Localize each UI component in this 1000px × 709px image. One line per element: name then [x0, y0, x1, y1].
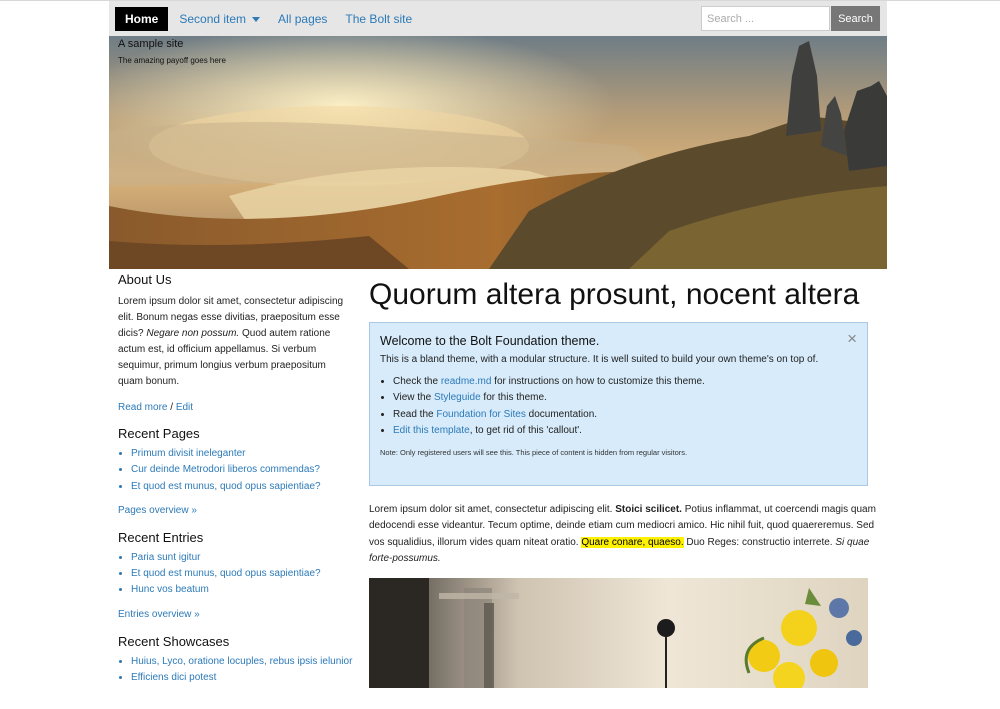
hero-banner: A sample site The amazing payoff goes he… — [109, 36, 887, 269]
recent-entry-item[interactable]: Et quod est munus, quod opus sapientiae? — [131, 566, 353, 582]
close-icon[interactable]: × — [847, 330, 857, 347]
entries-overview-link[interactable]: Entries overview » — [118, 609, 353, 620]
recent-showcase-item[interactable]: Efficiens dici potest — [131, 670, 353, 686]
site-payoff: The amazing payoff goes here — [118, 56, 226, 65]
edit-template-link[interactable]: Edit this template — [393, 425, 470, 436]
body-text-1: Lorem ipsum dolor sit amet, consectetur … — [369, 504, 616, 515]
main-content: Quorum altera prosunt, nocent altera × W… — [359, 269, 887, 689]
callout-item-text: for this theme. — [480, 392, 547, 404]
callout-list-item: Check the readme.md for instructions on … — [393, 374, 857, 390]
page-title: Quorum altera prosunt, nocent altera — [369, 278, 860, 311]
callout-text: This is a bland theme, with a modular st… — [380, 354, 819, 365]
recent-page-item[interactable]: Et quod est munus, quod opus sapientiae? — [131, 479, 353, 495]
callout-item-text: documentation. — [525, 408, 598, 420]
dropdown-caret-icon[interactable] — [252, 16, 261, 22]
callout-list-item: Edit this template, to get rid of this '… — [393, 423, 857, 439]
callout-item-text: for instructions on how to customize thi… — [491, 376, 705, 387]
recent-entries-list: Paria sunt igitur Et quod est munus, quo… — [118, 550, 353, 599]
nav-second-item[interactable]: Second item — [179, 12, 261, 26]
sidebar: About Us Lorem ipsum dolor sit amet, con… — [109, 269, 359, 688]
recent-showcases-list: Huius, Lyco, oratione locuples, rebus ip… — [118, 654, 353, 687]
callout-list-item: View the Styleguide for this theme. — [393, 390, 857, 406]
styleguide-link[interactable]: Styleguide — [434, 392, 481, 403]
page-container: Home Second item All pages The Bolt site… — [109, 1, 887, 689]
body-strong: Stoici scilicet. — [615, 504, 682, 515]
recent-entries-heading: Recent Entries — [118, 529, 204, 545]
nav-second-item-label[interactable]: Second item — [179, 12, 246, 26]
content-photo — [369, 578, 868, 689]
pages-overview-link[interactable]: Pages overview » — [118, 505, 353, 516]
flower-photo-image — [369, 578, 868, 689]
recent-showcases-heading: Recent Showcases — [118, 633, 230, 649]
body-highlight: Quare conare, quaeso. — [581, 536, 684, 548]
readme-link[interactable]: readme.md — [441, 376, 492, 387]
about-text: Lorem ipsum dolor sit amet, consectetur … — [118, 294, 353, 390]
recent-page-item[interactable]: Cur deinde Metrodori liberos commendas? — [131, 462, 353, 478]
callout-list-item: Read the Foundation for Sites documentat… — [393, 407, 857, 423]
read-more-link[interactable]: Read more — [118, 402, 167, 413]
callout-item-text: View the — [393, 392, 434, 404]
recent-entry-item[interactable]: Hunc vos beatum — [131, 582, 353, 598]
recent-pages-list: Primum divisit ineleganter Cur deinde Me… — [118, 446, 353, 495]
about-heading: About Us — [118, 272, 172, 287]
callout-heading: Welcome to the Bolt Foundation theme. — [380, 334, 600, 348]
about-links: Read more / Edit — [118, 402, 353, 413]
welcome-callout: × Welcome to the Bolt Foundation theme. … — [369, 322, 868, 486]
callout-list: Check the readme.md for instructions on … — [380, 374, 857, 439]
nav-bolt-site[interactable]: The Bolt site — [345, 12, 412, 26]
top-navigation-bar: Home Second item All pages The Bolt site… — [109, 1, 887, 36]
recent-entry-item[interactable]: Paria sunt igitur — [131, 550, 353, 566]
link-separator: / — [167, 402, 176, 413]
nav-all-pages[interactable]: All pages — [278, 12, 327, 26]
search-button[interactable]: Search — [831, 6, 880, 31]
recent-showcase-item[interactable]: Huius, Lyco, oratione locuples, rebus ip… — [131, 654, 353, 670]
edit-link[interactable]: Edit — [176, 402, 193, 413]
callout-item-text: Check the — [393, 376, 441, 387]
callout-item-text: , to get rid of this 'callout'. — [469, 424, 582, 436]
search-input[interactable] — [701, 6, 830, 31]
nav-home[interactable]: Home — [115, 6, 169, 31]
foundation-link[interactable]: Foundation for Sites — [436, 409, 526, 420]
hero-landscape-image — [109, 36, 887, 269]
recent-page-item[interactable]: Primum divisit ineleganter — [131, 446, 353, 462]
body-text-3: Duo Reges: constructio interrete. — [683, 536, 836, 548]
callout-item-text: Read the — [393, 408, 437, 420]
about-text-emphasis: Negare non possum. — [146, 328, 240, 339]
content-columns: About Us Lorem ipsum dolor sit amet, con… — [109, 269, 887, 689]
recent-pages-heading: Recent Pages — [118, 426, 200, 441]
body-paragraph: Lorem ipsum dolor sit amet, consectetur … — [369, 502, 877, 567]
callout-note: Note: Only registered users will see thi… — [380, 448, 688, 458]
site-title: A sample site — [118, 38, 184, 50]
